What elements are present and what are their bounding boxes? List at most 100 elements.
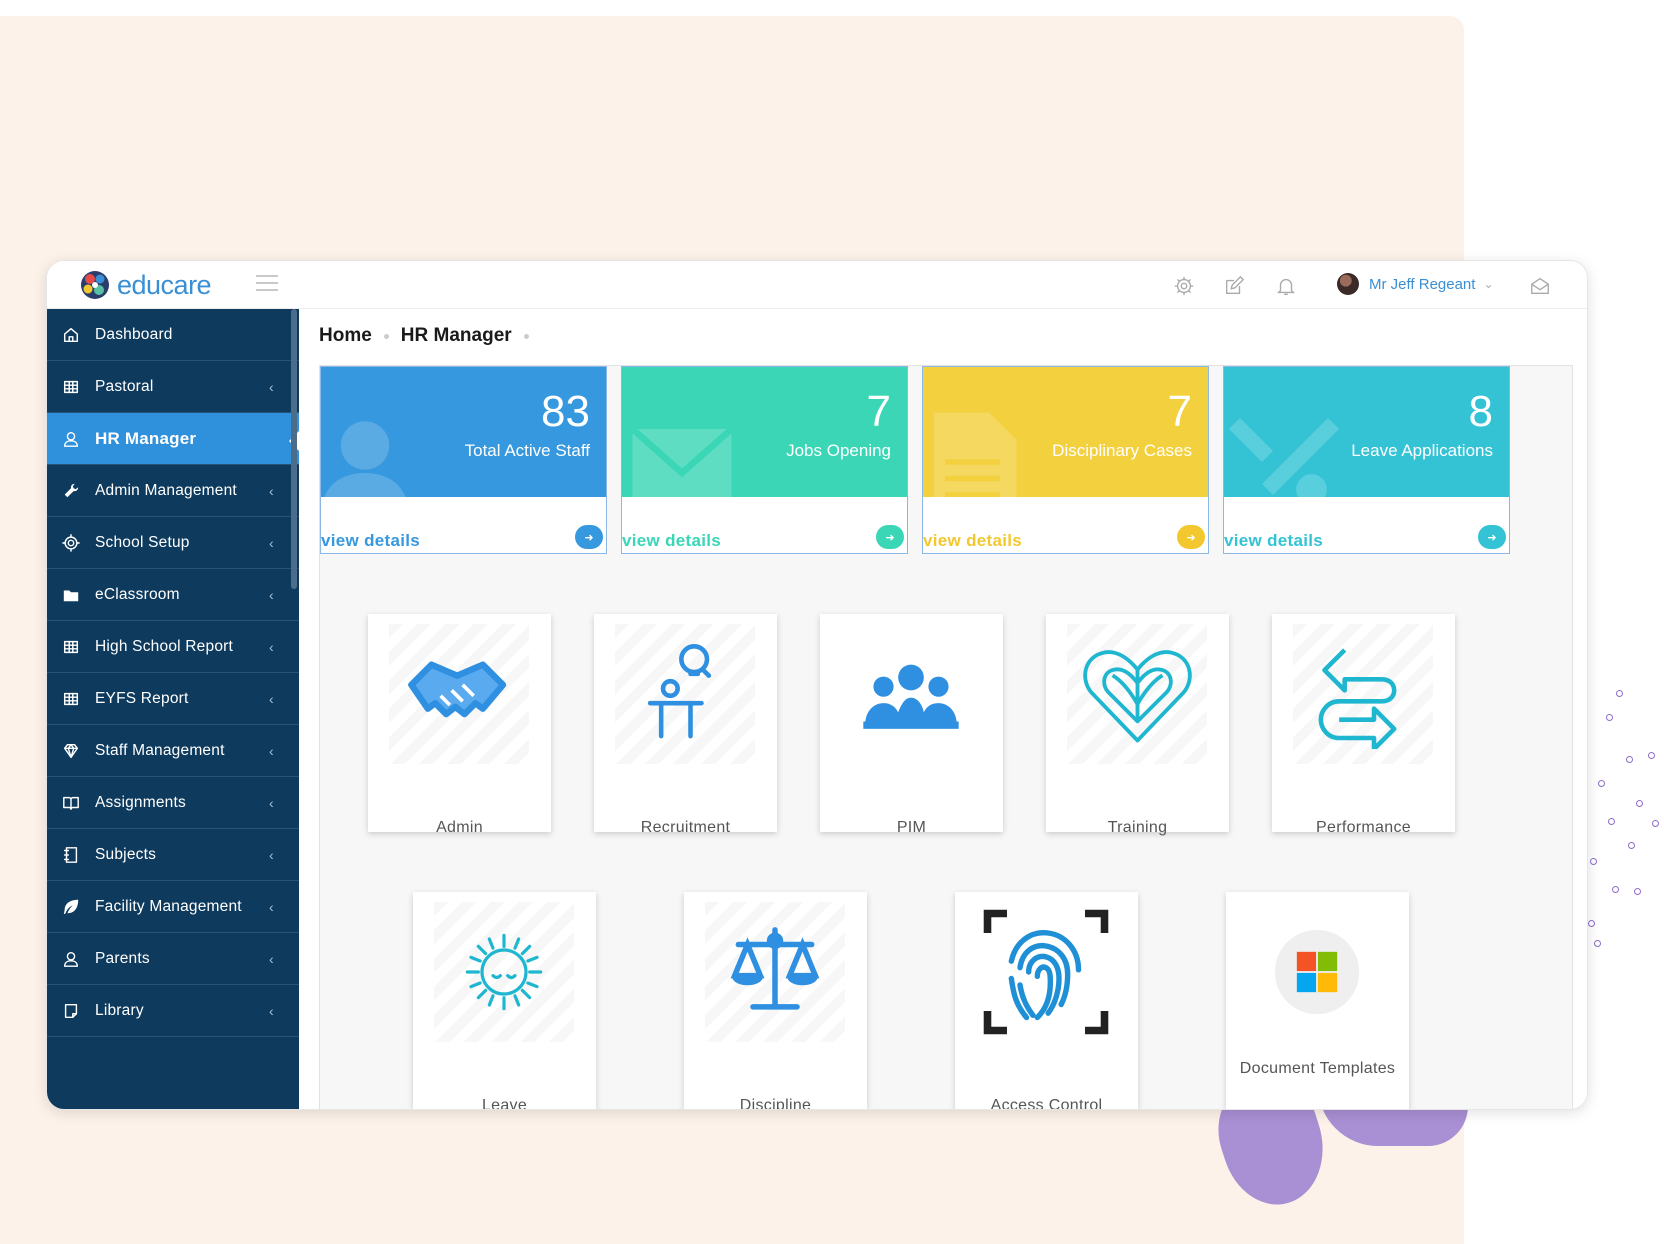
decorative-dot	[1648, 752, 1655, 759]
decorative-dot	[1606, 714, 1613, 721]
menu-toggle-icon[interactable]	[256, 275, 278, 293]
home-icon	[61, 325, 81, 345]
arrow-right-icon[interactable]: ➜	[575, 525, 603, 549]
view-details-link[interactable]: view details	[622, 531, 721, 551]
stat-value: 83	[541, 387, 590, 436]
breadcrumb-separator	[523, 333, 529, 339]
stat-card-header: 83 Total Active Staff	[321, 367, 606, 497]
decorative-dot	[1612, 886, 1619, 893]
stat-label: Total Active Staff	[464, 441, 590, 460]
brand-logo[interactable]: educare	[79, 269, 212, 301]
sidebar-item-admin-management[interactable]: Admin Management ‹	[47, 465, 299, 517]
sidebar-item-label: EYFS Report	[95, 689, 189, 707]
leaf-icon	[61, 897, 81, 917]
table-icon	[61, 689, 81, 709]
page-icon	[61, 1001, 81, 1021]
stat-card-header: 8 Leave Applications	[1224, 367, 1509, 497]
module-tile-document-templates[interactable]: Document Templates	[1226, 892, 1409, 1109]
sidebar-item-school-setup[interactable]: School Setup ‹	[47, 517, 299, 569]
module-tile-discipline[interactable]: Discipline	[684, 892, 867, 1109]
notebook-icon	[61, 845, 81, 865]
arrow-right-icon[interactable]: ➜	[1177, 525, 1205, 549]
avatar	[1337, 273, 1359, 295]
bell-icon[interactable]	[1275, 275, 1297, 297]
sidebar-item-label: Facility Management	[95, 897, 242, 915]
chevron-left-icon: ‹	[269, 586, 274, 603]
sidebar-item-label: Pastoral	[95, 377, 154, 395]
chevron-left-icon: ‹	[269, 898, 274, 915]
sidebar-item-label: HR Manager	[95, 428, 197, 448]
arrow-right-icon[interactable]: ➜	[1478, 525, 1506, 549]
chevron-left-icon: ‹	[269, 534, 274, 551]
stat-label: Leave Applications	[1351, 441, 1493, 460]
sidebar: Dashboard Pastoral ‹ HR Manager Admin Manage…	[47, 309, 299, 1109]
breadcrumb-home[interactable]: Home	[319, 325, 372, 347]
module-label: Admin	[436, 819, 483, 836]
view-details-link[interactable]: view details	[321, 531, 420, 551]
stat-decor-icon	[1224, 407, 1344, 497]
sidebar-item-assignments[interactable]: Assignments ‹	[47, 777, 299, 829]
table-icon	[61, 637, 81, 657]
decorative-dot	[1636, 800, 1643, 807]
module-label: PIM	[896, 819, 927, 836]
sidebar-item-label: High School Report	[95, 637, 234, 655]
breadcrumb-separator	[383, 333, 389, 339]
sidebar-item-hr-manager[interactable]: HR Manager	[47, 413, 299, 465]
module-tile-leave[interactable]: Leave	[413, 892, 596, 1109]
heart-icon	[1067, 624, 1207, 764]
sidebar-item-label: School Setup	[95, 533, 190, 551]
mail-open-icon[interactable]	[1529, 275, 1551, 297]
stat-value: 7	[1167, 387, 1192, 436]
sidebar-item-label: Assignments	[95, 793, 186, 811]
sun-icon	[434, 902, 574, 1042]
sidebar-item-library[interactable]: Library ‹	[47, 985, 299, 1037]
chevron-left-icon: ‹	[269, 1002, 274, 1019]
module-label: Training	[1107, 819, 1168, 836]
sidebar-item-label: Parents	[95, 949, 150, 967]
edit-icon[interactable]	[1223, 275, 1245, 297]
sidebar-item-staff-management[interactable]: Staff Management ‹	[47, 725, 299, 777]
sidebar-item-pastoral[interactable]: Pastoral ‹	[47, 361, 299, 413]
stat-card[interactable]: 7 Jobs Opening view details ➜	[621, 366, 908, 554]
user-name: Mr Jeff Regeant	[1369, 275, 1476, 293]
stat-card[interactable]: 83 Total Active Staff view details ➜	[320, 366, 607, 554]
chevron-left-icon: ‹	[269, 950, 274, 967]
stat-card[interactable]: 8 Leave Applications view details ➜	[1223, 366, 1510, 554]
arrow-right-icon[interactable]: ➜	[876, 525, 904, 549]
module-tile-access-control[interactable]: Access Control	[955, 892, 1138, 1109]
sidebar-item-dashboard[interactable]: Dashboard	[47, 309, 299, 361]
stat-card[interactable]: 7 Disciplinary Cases view details ➜	[922, 366, 1209, 554]
module-tile-pim[interactable]: PIM	[820, 614, 1003, 836]
group-icon	[841, 624, 981, 764]
chevron-down-icon: ⌄	[1483, 277, 1494, 291]
gear-icon[interactable]	[1173, 275, 1195, 297]
sidebar-item-parents[interactable]: Parents ‹	[47, 933, 299, 985]
gear-icon	[61, 533, 81, 553]
sidebar-scrollbar[interactable]	[291, 309, 297, 589]
sidebar-item-eclassroom[interactable]: eClassroom ‹	[47, 569, 299, 621]
view-details-link[interactable]: view details	[1224, 531, 1323, 551]
decorative-dot	[1628, 842, 1635, 849]
sidebar-item-eyfs-report[interactable]: EYFS Report ‹	[47, 673, 299, 725]
table-icon	[61, 377, 81, 397]
stat-decor-icon	[622, 407, 742, 497]
module-label: Recruitment	[640, 819, 731, 836]
decorative-dot	[1608, 818, 1615, 825]
sidebar-item-facility-management[interactable]: Facility Management ‹	[47, 881, 299, 933]
presenter-icon	[615, 624, 755, 764]
fingerprint-icon	[976, 902, 1116, 1042]
user-menu[interactable]: Mr Jeff Regeant ⌄	[1337, 273, 1494, 295]
sidebar-item-subjects[interactable]: Subjects ‹	[47, 829, 299, 881]
sidebar-item-label: Dashboard	[95, 325, 173, 343]
module-tile-recruitment[interactable]: Recruitment	[594, 614, 777, 836]
sidebar-item-label: Admin Management	[95, 481, 237, 499]
module-tile-training[interactable]: Training	[1046, 614, 1229, 836]
stat-decor-icon	[321, 407, 441, 497]
view-details-link[interactable]: view details	[923, 531, 1022, 551]
sidebar-item-high-school-report[interactable]: High School Report ‹	[47, 621, 299, 673]
chevron-left-icon: ‹	[269, 794, 274, 811]
module-tile-admin[interactable]: Admin	[368, 614, 551, 836]
module-tile-performance[interactable]: Performance	[1272, 614, 1455, 836]
wrench-icon	[61, 481, 81, 501]
user-icon	[61, 949, 81, 969]
